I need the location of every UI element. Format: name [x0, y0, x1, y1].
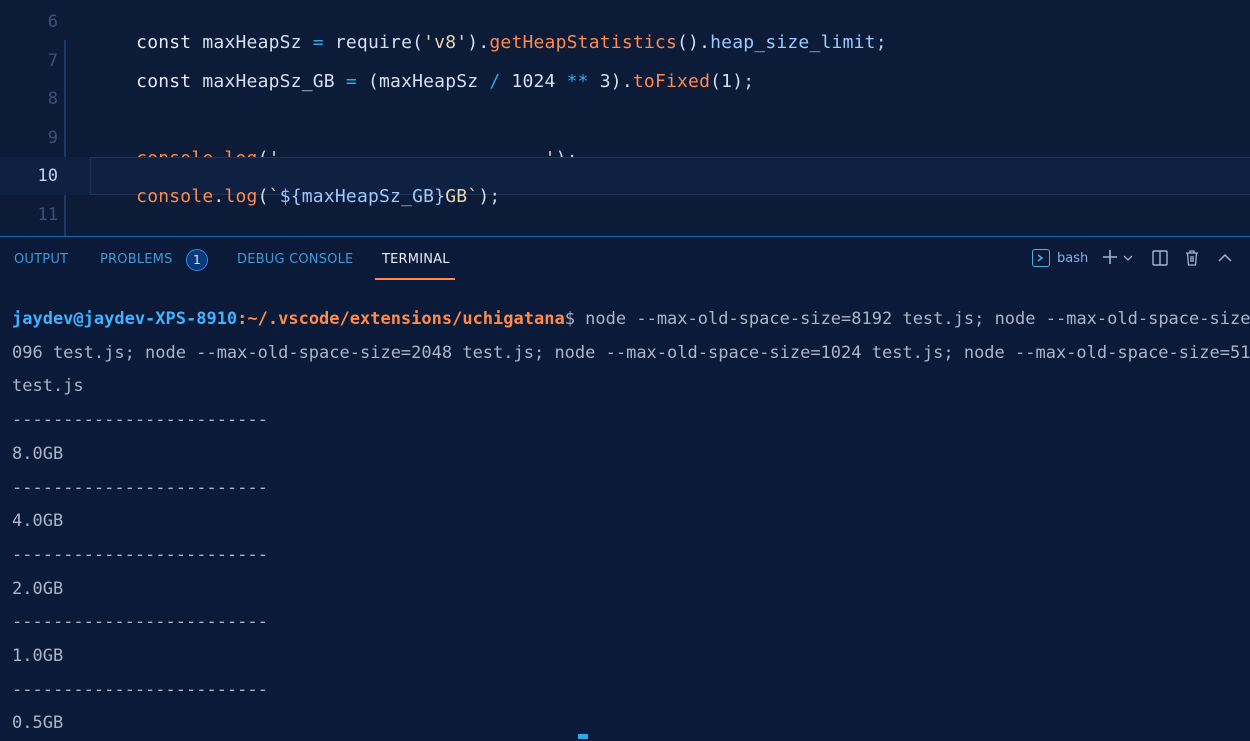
- prompt-path: :~/.vscode/extensions/uchigatana: [237, 309, 565, 329]
- prompt-symbol: $: [564, 309, 575, 329]
- line-number: 7: [47, 51, 58, 71]
- chevron-down-icon[interactable]: [1123, 252, 1133, 267]
- command-text-continued: test.js: [12, 376, 84, 397]
- terminal-cursor: [578, 734, 588, 739]
- tab-output[interactable]: OUTPUT: [14, 252, 68, 267]
- maximize-panel-button[interactable]: [1217, 251, 1233, 269]
- terminal-output-line: 0.5GB: [12, 713, 64, 734]
- prompt-user: jaydev@jaydev-XPS-8910: [12, 309, 238, 329]
- panel-tabs: OUTPUT PROBLEMS 1 DEBUG CONSOLE TERMINAL…: [0, 237, 1250, 283]
- kill-terminal-button[interactable]: [1183, 249, 1201, 271]
- editor-line[interactable]: 11: [0, 196, 1250, 234]
- split-icon: [1151, 249, 1169, 271]
- split-terminal-button[interactable]: [1151, 249, 1169, 271]
- new-terminal-button[interactable]: [1101, 248, 1133, 270]
- terminal-output-line: -------------------------: [12, 410, 268, 431]
- bottom-panel: OUTPUT PROBLEMS 1 DEBUG CONSOLE TERMINAL…: [0, 236, 1250, 739]
- terminal-icon: [1032, 249, 1050, 267]
- terminal-output-line: 2.0GB: [12, 578, 64, 599]
- line-number-active: 10: [37, 166, 58, 186]
- terminal-shell-selector[interactable]: bash: [1032, 249, 1088, 267]
- terminal-output-line: 1.0GB: [12, 646, 64, 667]
- shell-name: bash: [1057, 250, 1089, 266]
- tab-debug-console[interactable]: DEBUG CONSOLE: [237, 252, 353, 267]
- line-number: 9: [47, 128, 58, 148]
- terminal-output-line: -------------------------: [12, 544, 268, 565]
- editor-line[interactable]: 8: [0, 80, 1250, 118]
- terminal-command-line: jaydev@jaydev-XPS-8910:~/.vscode/extensi…: [12, 303, 1250, 337]
- terminal-output-line: -------------------------: [12, 679, 268, 700]
- trash-icon: [1183, 249, 1201, 271]
- terminal-output-line: -------------------------: [12, 477, 268, 498]
- terminal-output-line: -------------------------: [12, 612, 268, 633]
- tab-problems[interactable]: PROBLEMS: [100, 252, 173, 267]
- terminal-output[interactable]: jaydev@jaydev-XPS-8910:~/.vscode/extensi…: [12, 303, 1250, 741]
- problems-count-badge: 1: [186, 249, 208, 271]
- chevron-up-icon: [1217, 251, 1233, 269]
- command-text: node --max-old-space-size=8192 test.js; …: [574, 309, 1250, 329]
- terminal-output-line: 4.0GB: [12, 511, 64, 532]
- command-text-continued: 096 test.js; node --max-old-space-size=2…: [12, 342, 1250, 363]
- terminal-output-line: 8.0GB: [12, 443, 64, 464]
- plus-icon: [1101, 248, 1119, 270]
- code-editor[interactable]: 6 const maxHeapSz = require('v8').getHea…: [0, 0, 1250, 236]
- tab-terminal[interactable]: TERMINAL: [382, 252, 450, 267]
- line-number: 11: [37, 205, 58, 225]
- active-tab-indicator: [375, 278, 455, 280]
- line-number: 8: [47, 89, 58, 109]
- line-number: 6: [47, 12, 58, 32]
